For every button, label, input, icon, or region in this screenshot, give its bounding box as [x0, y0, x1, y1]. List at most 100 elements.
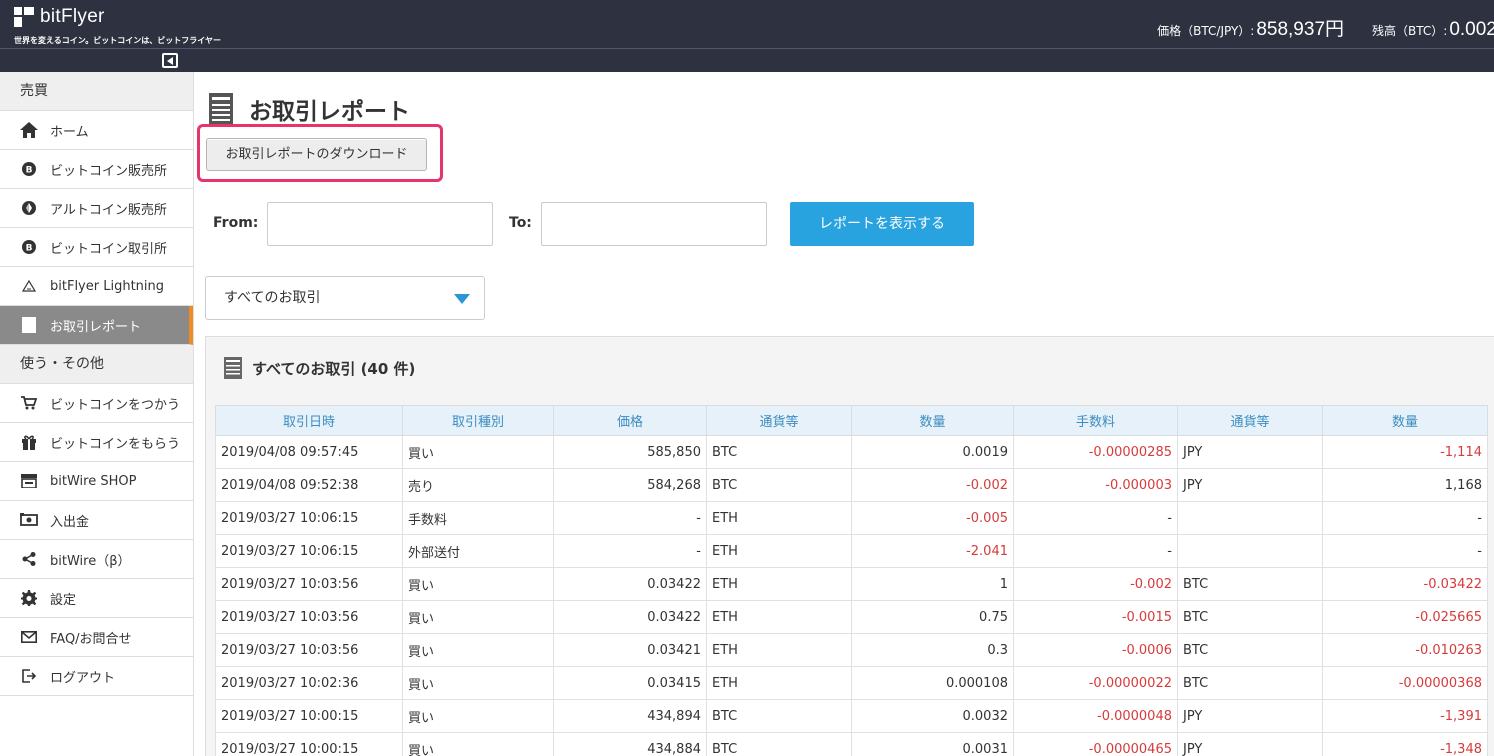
- table-row: 2019/04/08 09:52:38 売り 584,268 BTC -0.002 -0.…: [215, 468, 1488, 502]
- price-value: 858,937円: [1256, 19, 1345, 40]
- sidebar-item-altcoin-shop[interactable]: アルトコイン販売所: [0, 189, 193, 228]
- sidebar-item-get-bitcoin[interactable]: ビットコインをもらう: [0, 423, 193, 462]
- sidebar-item-faq[interactable]: FAQ/お問合せ: [0, 618, 193, 657]
- page-title: お取引レポート: [209, 92, 410, 126]
- download-report-button[interactable]: お取引レポートのダウンロード: [206, 138, 427, 171]
- to-label: To:: [509, 215, 532, 231]
- sidebar-item-label: ホーム: [50, 124, 89, 140]
- table-row: 2019/03/27 10:00:15 買い 434,894 BTC 0.0032 -0.…: [215, 699, 1488, 733]
- sidebar-item-deposit-withdraw[interactable]: 入出金: [0, 501, 193, 540]
- sidebar-item-label: 設定: [50, 592, 77, 608]
- table-cell: -: [1322, 501, 1488, 535]
- sidebar-item-bitcoin-shop[interactable]: B ビットコイン販売所: [0, 150, 193, 189]
- brand-logo[interactable]: bitFlyer: [14, 6, 105, 28]
- table-cell: -2.041: [851, 534, 1014, 568]
- table-cell: -0.002: [1013, 567, 1178, 601]
- table-cell: 0.0032: [851, 699, 1014, 733]
- table-cell: -0.00000022: [1013, 666, 1178, 700]
- table-cell: ETH: [706, 501, 852, 535]
- column-header[interactable]: 通貨等: [706, 405, 852, 436]
- shop-icon: [20, 472, 38, 490]
- table-cell: 2019/03/27 10:00:15: [215, 699, 403, 733]
- home-icon: [20, 121, 38, 139]
- column-header[interactable]: 数量: [1322, 405, 1488, 436]
- table-cell: 買い: [402, 732, 554, 756]
- ethereum-icon: [20, 199, 38, 217]
- report-icon: [209, 93, 233, 125]
- column-header[interactable]: 通貨等: [1177, 405, 1323, 436]
- table-cell: BTC: [706, 699, 852, 733]
- column-header[interactable]: 取引種別: [402, 405, 554, 436]
- transaction-filter-select[interactable]: すべてのお取引: [205, 276, 485, 320]
- sidebar-item-bitwire-shop[interactable]: bitWire SHOP: [0, 462, 193, 501]
- table-row: 2019/03/27 10:03:56 買い 0.03421 ETH 0.3 -0.000…: [215, 633, 1488, 667]
- sidebar-item-label: FAQ/お問合せ: [50, 631, 132, 647]
- sidebar-item-logout[interactable]: ログアウト: [0, 657, 193, 696]
- table-cell: 434,894: [553, 699, 707, 733]
- table-cell: -: [1013, 501, 1178, 535]
- table-cell: -: [1322, 534, 1488, 568]
- sidebar-item-use-bitcoin[interactable]: ビットコインをつかう: [0, 384, 193, 423]
- table-cell: 0.03422: [553, 567, 707, 601]
- gift-icon: [20, 433, 38, 451]
- column-header[interactable]: 価格: [553, 405, 707, 436]
- to-date-input[interactable]: [541, 202, 767, 246]
- table-cell: -0.00000285: [1013, 435, 1178, 469]
- from-label: From:: [213, 215, 259, 231]
- table-cell: 買い: [402, 600, 554, 634]
- table-cell: 2019/03/27 10:00:15: [215, 732, 403, 756]
- sidebar-item-label: bitWire SHOP: [50, 473, 137, 489]
- sidebar-item-label: ビットコインをもらう: [50, 436, 181, 452]
- page-title-text: お取引レポート: [249, 99, 410, 125]
- table-cell: 0.03422: [553, 600, 707, 634]
- brand-tagline: 世界を変えるコイン。ビットコインは、ビットフライヤー: [14, 36, 222, 45]
- top-header: bitFlyer 世界を変えるコイン。ビットコインは、ビットフライヤー 価格（B…: [0, 0, 1494, 48]
- show-report-button[interactable]: レポートを表示する: [790, 202, 974, 246]
- sidebar-item-label: ビットコイン販売所: [50, 163, 168, 179]
- column-header[interactable]: 数量: [851, 405, 1014, 436]
- table-header-row: 取引日時 取引種別 価格 通貨等 数量 手数料 通貨等 数量: [215, 405, 1488, 436]
- column-header[interactable]: 手数料: [1013, 405, 1178, 436]
- price-ticker: 価格（BTC/JPY）: 858,937円 残高（BTC）: 0.00276: [1157, 14, 1494, 41]
- report-icon: [20, 316, 38, 334]
- table-cell: 2019/03/27 10:03:56: [215, 567, 403, 601]
- cart-icon: [20, 394, 38, 412]
- brand-name: bitFlyer: [40, 6, 105, 27]
- table-cell: 584,268: [553, 468, 707, 502]
- sidebar-item-report[interactable]: お取引レポート: [0, 306, 193, 345]
- transactions-panel: すべてのお取引 (40 件) 取引日時 取引種別 価格 通貨等 数量 手数料 通…: [205, 336, 1494, 756]
- svg-text:B: B: [26, 244, 33, 254]
- column-header[interactable]: 取引日時: [215, 405, 403, 436]
- table-cell: ETH: [706, 567, 852, 601]
- table-cell: -: [553, 534, 707, 568]
- table-cell: BTC: [1177, 666, 1323, 700]
- from-date-input[interactable]: [267, 202, 493, 246]
- table-cell: -1,348: [1322, 732, 1488, 756]
- table-cell: 0.03421: [553, 633, 707, 667]
- collapse-sidebar-button[interactable]: [162, 53, 178, 68]
- table-cell: 2019/03/27 10:06:15: [215, 534, 403, 568]
- table-cell: 0.0031: [851, 732, 1014, 756]
- table-cell: -: [1013, 534, 1178, 568]
- table-cell: -0.002: [851, 468, 1014, 502]
- table-cell: 434,884: [553, 732, 707, 756]
- sidebar-item-lightning[interactable]: bitFlyer Lightning: [0, 267, 193, 306]
- lightning-icon: [20, 277, 38, 295]
- sidebar-item-bitwire[interactable]: bitWire（β）: [0, 540, 193, 579]
- table-cell: BTC: [1177, 633, 1323, 667]
- table-cell: JPY: [1177, 435, 1323, 469]
- chevron-down-icon: [454, 294, 470, 304]
- sidebar-item-bitcoin-exchange[interactable]: B ビットコイン取引所: [0, 228, 193, 267]
- mail-icon: [20, 628, 38, 646]
- table-cell: -0.005: [851, 501, 1014, 535]
- table-cell: 買い: [402, 699, 554, 733]
- panel-header: すべてのお取引 (40 件): [224, 357, 415, 379]
- sub-header: [0, 48, 1494, 72]
- sidebar-item-settings[interactable]: 設定: [0, 579, 193, 618]
- table-cell: 2019/03/27 10:03:56: [215, 633, 403, 667]
- table-row: 2019/03/27 10:06:15 外部送付 - ETH -2.041- -: [215, 534, 1488, 568]
- logout-icon: [20, 667, 38, 685]
- panel-title: すべてのお取引 (40 件): [252, 359, 416, 378]
- sidebar-item-home[interactable]: ホーム: [0, 111, 193, 150]
- table-row: 2019/03/27 10:03:56 買い 0.03422 ETH 0.75 -0.00…: [215, 600, 1488, 634]
